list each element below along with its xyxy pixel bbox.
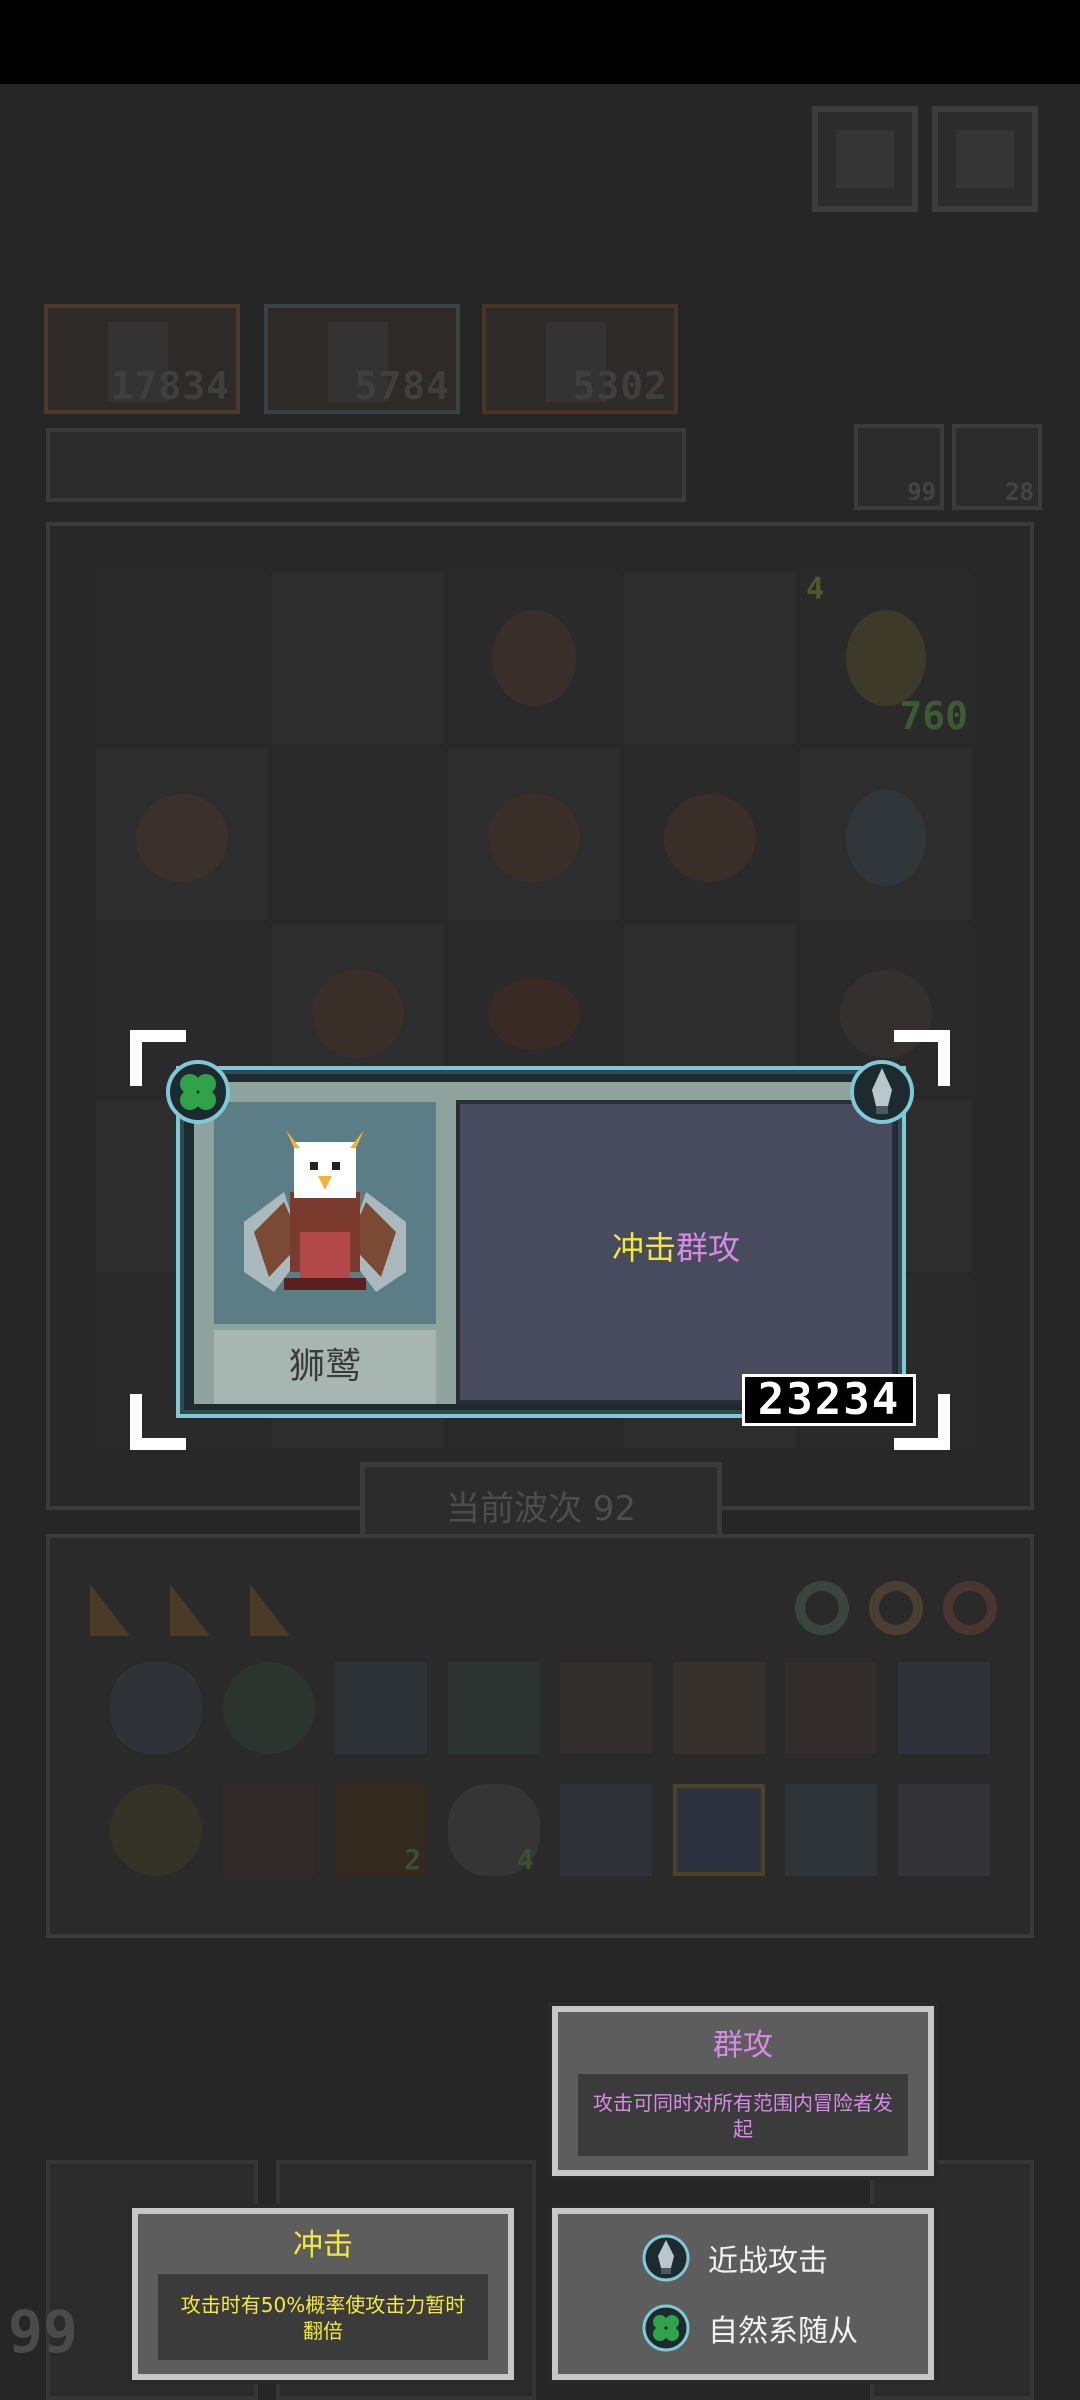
item-row-1 bbox=[110, 1662, 990, 1772]
item-slot[interactable] bbox=[785, 1784, 878, 1876]
tooltip-group-attack: 群攻 攻击可同时对所有范围内冒险者发起 bbox=[552, 2006, 934, 2176]
item-slot[interactable] bbox=[785, 1662, 878, 1754]
tooltip-desc: 攻击可同时对所有范围内冒险者发起 bbox=[578, 2074, 908, 2156]
melee-sword-icon bbox=[642, 2234, 690, 2282]
status-bar bbox=[0, 0, 1080, 84]
board-cell[interactable] bbox=[448, 748, 620, 920]
hero-score: 17834 bbox=[110, 364, 230, 408]
skill-group-attack[interactable]: 群攻 bbox=[676, 1229, 740, 1267]
card-slots bbox=[80, 1566, 330, 1646]
golem-icon bbox=[312, 970, 404, 1058]
tooltip-title: 冲击 bbox=[293, 2228, 353, 2263]
item-slot[interactable] bbox=[897, 1662, 990, 1754]
attribute-label: 近战攻击 bbox=[708, 2244, 828, 2279]
board-cell[interactable]: 4 760 bbox=[800, 572, 972, 744]
item-slot[interactable]: 2 bbox=[335, 1784, 428, 1876]
item-slot[interactable] bbox=[335, 1662, 428, 1754]
item-slot[interactable]: 4 bbox=[447, 1784, 540, 1876]
board-cell[interactable] bbox=[272, 748, 444, 920]
hero-score: 5302 bbox=[572, 364, 668, 408]
inventory-panel: 2 4 bbox=[46, 1534, 1034, 1938]
board-cell[interactable] bbox=[448, 572, 620, 744]
unit-portrait bbox=[214, 1102, 436, 1324]
unit-power-score: 23234 bbox=[742, 1374, 916, 1426]
gear-icon bbox=[956, 130, 1014, 188]
item-slot[interactable] bbox=[560, 1784, 653, 1876]
item-slot[interactable] bbox=[222, 1784, 315, 1876]
unit-skill-panel: 冲击群攻 bbox=[456, 1100, 896, 1404]
bear-icon bbox=[492, 610, 576, 706]
ring-icons bbox=[795, 1581, 997, 1635]
tooltip-title: 群攻 bbox=[713, 2028, 773, 2063]
dialog-body: 狮鹫 冲击群攻 bbox=[194, 1082, 896, 1404]
griffin-icon bbox=[244, 1130, 406, 1292]
skill-list: 冲击群攻 bbox=[612, 1229, 740, 1267]
hero-score: 5784 bbox=[354, 364, 450, 408]
item-slot[interactable] bbox=[222, 1662, 315, 1754]
item-slot[interactable] bbox=[560, 1662, 653, 1754]
attribute-nature: 自然系随从 bbox=[642, 2296, 928, 2360]
item-count: 4 bbox=[516, 1843, 534, 1876]
ring-slots bbox=[790, 1566, 1010, 1646]
item-slot[interactable] bbox=[110, 1784, 202, 1876]
knight-icon bbox=[846, 790, 926, 886]
attribute-melee: 近战攻击 bbox=[642, 2226, 928, 2290]
card-icons bbox=[90, 1584, 290, 1636]
golem-icon bbox=[664, 794, 756, 882]
tooltip-attributes: 近战攻击 自然系随从 bbox=[552, 2208, 934, 2380]
item-slot[interactable] bbox=[672, 1784, 765, 1876]
hero-card-1[interactable]: 17834 bbox=[44, 304, 240, 414]
bat-icon bbox=[488, 978, 580, 1050]
left-counter: 99 bbox=[8, 2298, 78, 2366]
refresh-counter[interactable]: 99 bbox=[854, 424, 944, 510]
griffin-icon bbox=[136, 794, 228, 882]
unit-name: 狮鹫 bbox=[288, 1346, 361, 1387]
item-row-2: 2 4 bbox=[110, 1784, 990, 1894]
key-counter[interactable]: 28 bbox=[952, 424, 1042, 510]
refresh-count: 99 bbox=[907, 478, 936, 506]
item-slot[interactable] bbox=[897, 1784, 990, 1876]
board-cell[interactable] bbox=[272, 572, 444, 744]
key-count: 28 bbox=[1005, 478, 1034, 506]
clover-icon bbox=[642, 2304, 690, 2352]
board-cell[interactable] bbox=[96, 572, 268, 744]
skill-impact[interactable]: 冲击 bbox=[612, 1229, 676, 1267]
tooltip-desc: 攻击时有50%概率使攻击力暂时翻倍 bbox=[158, 2274, 488, 2360]
progress-bar bbox=[46, 428, 686, 502]
item-slot[interactable] bbox=[447, 1662, 540, 1754]
board-cell[interactable] bbox=[624, 572, 796, 744]
golem-icon bbox=[488, 794, 580, 882]
settings-button[interactable] bbox=[932, 106, 1038, 212]
help-button[interactable] bbox=[812, 106, 918, 212]
item-count: 2 bbox=[404, 1843, 422, 1876]
tooltip-impact: 冲击 攻击时有50%概率使攻击力暂时翻倍 bbox=[132, 2208, 514, 2380]
clover-icon bbox=[166, 1060, 230, 1124]
hero-card-3[interactable]: 5302 bbox=[482, 304, 678, 414]
item-slot[interactable] bbox=[110, 1662, 202, 1754]
unit-info-dialog: 狮鹫 冲击群攻 bbox=[176, 1066, 906, 1418]
board-cell[interactable] bbox=[800, 748, 972, 920]
wave-label: 当前波次 92 bbox=[445, 1489, 637, 1529]
item-slot[interactable] bbox=[672, 1662, 765, 1754]
unit-name-strip: 狮鹫 bbox=[214, 1330, 436, 1404]
unit-power: 760 bbox=[899, 694, 968, 738]
melee-sword-icon bbox=[850, 1060, 914, 1124]
board-cell[interactable] bbox=[96, 748, 268, 920]
attribute-label: 自然系随从 bbox=[708, 2314, 858, 2349]
unit-level: 4 bbox=[806, 572, 825, 607]
board-cell[interactable] bbox=[624, 748, 796, 920]
question-icon bbox=[836, 130, 894, 188]
hero-card-2[interactable]: 5784 bbox=[264, 304, 460, 414]
